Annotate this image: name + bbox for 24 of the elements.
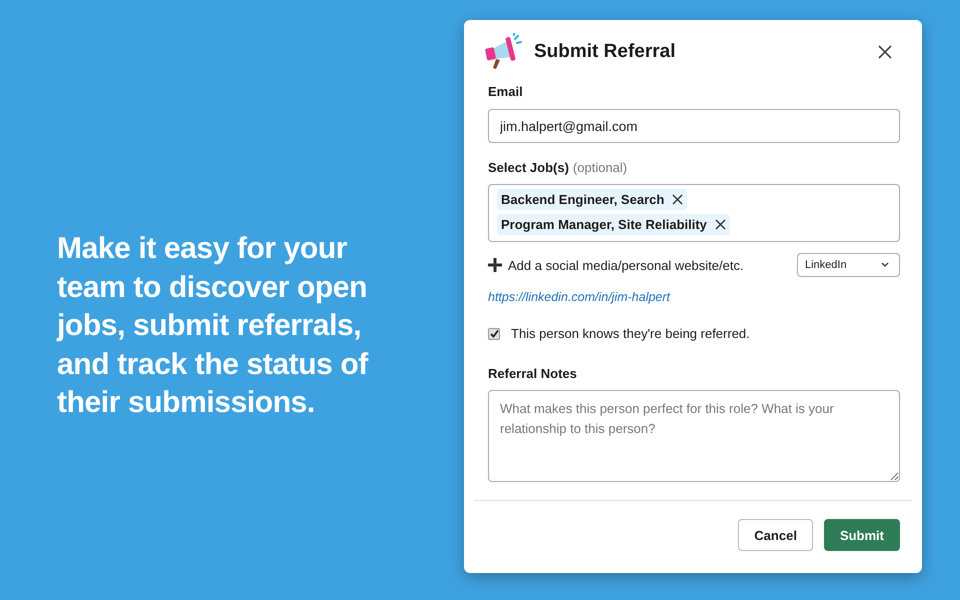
site-select[interactable]: LinkedIn: [797, 253, 900, 277]
close-icon[interactable]: [878, 45, 892, 59]
headline: Make it easy for your team to discover open jobs, submit referrals, and track the status of their submissions.: [57, 231, 370, 421]
optional-hint: (optional): [572, 160, 628, 175]
remove-icon[interactable]: [714, 219, 726, 230]
tag-label: Backend Engineer, Search: [501, 192, 664, 207]
field-label: Referral Notes: [488, 366, 578, 381]
dialog-title: Submit Referral: [534, 41, 676, 63]
add-link-label[interactable]: Add a social media/personal website/etc.: [508, 258, 797, 272]
submit-button[interactable]: Submit: [824, 519, 900, 551]
jobs-field[interactable]: Backend Engineer, Search Program Manager, Site Reliability: [488, 184, 900, 242]
cancel-button[interactable]: Cancel: [738, 519, 813, 551]
field-label: Select Job(s): [488, 160, 569, 175]
email-field[interactable]: jim.halpert@gmail.com: [488, 109, 900, 143]
tag-label: Program Manager, Site Reliability: [501, 217, 707, 232]
checkbox[interactable]: [488, 328, 500, 340]
notes-field[interactable]: What makes this person perfect for this role? What is your relationship to this person?: [488, 390, 900, 482]
chevron-icon: [881, 262, 889, 268]
remove-icon[interactable]: [672, 194, 684, 205]
field-label: Email: [488, 84, 524, 99]
profile-link[interactable]: https://linkedin.com/in/jim-halpert: [488, 290, 900, 304]
checkbox-label: This person knows they're being referred.: [511, 326, 750, 341]
megaphone-icon: [484, 33, 524, 71]
plus-icon[interactable]: [488, 258, 502, 272]
